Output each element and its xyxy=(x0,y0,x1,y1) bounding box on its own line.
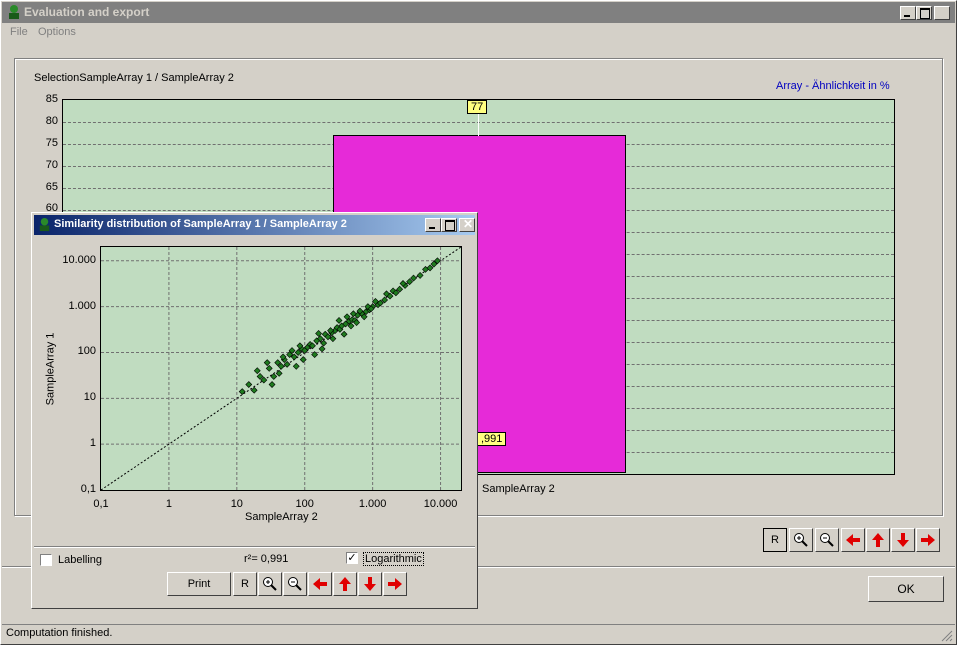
zoom-out-icon xyxy=(288,577,302,591)
bar-chart-title: SelectionSampleArray 1 / SampleArray 2 xyxy=(34,72,234,84)
scatter-point xyxy=(245,381,253,388)
scatter-y-tick: 1.000 xyxy=(68,299,96,312)
scatter-point xyxy=(416,271,424,279)
reset-button[interactable]: R xyxy=(763,528,787,552)
scatter-x-tick: 1 xyxy=(165,498,172,510)
scatter-point xyxy=(335,317,343,324)
close-icon: ✕ xyxy=(463,217,474,231)
window-title: Evaluation and export xyxy=(24,5,150,19)
logarithmic-label: Logarithmic xyxy=(363,552,424,566)
scatter-y-tick: 0,1 xyxy=(80,483,96,495)
print-button[interactable]: Print xyxy=(167,572,231,596)
scatter-x-tick: 100 xyxy=(295,498,314,510)
child-reset-button[interactable]: R xyxy=(233,572,257,596)
y-tick: 85 xyxy=(45,93,58,105)
scatter-y-tick: 10 xyxy=(83,391,96,404)
pan-left-button[interactable] xyxy=(841,528,865,552)
scatter-x-tick: 10 xyxy=(230,498,243,510)
zoom-out-button[interactable] xyxy=(815,528,839,552)
scatter-point xyxy=(299,356,307,364)
pan-right-button[interactable] xyxy=(916,528,940,552)
small-value-label: ,991 xyxy=(477,432,507,446)
scatter-y-tick: 1 xyxy=(89,437,96,450)
bar-value-label: 77 xyxy=(467,100,488,114)
minimize-button[interactable] xyxy=(900,6,916,20)
status-bar: Computation finished. xyxy=(2,624,955,643)
pan-up-button[interactable] xyxy=(866,528,890,552)
scatter-point xyxy=(340,330,348,338)
bar-chart-xlabel: SampleArray 2 xyxy=(482,483,555,495)
scatter-point xyxy=(265,364,273,372)
menu-bar: File Options xyxy=(2,24,955,42)
y-tick: 80 xyxy=(45,115,58,127)
child-close-button[interactable]: ✕ xyxy=(459,217,475,232)
scatter-point xyxy=(253,367,261,375)
bar-chart-legend: Array - Ähnlichkeit in % xyxy=(776,80,890,92)
title-bar[interactable]: Evaluation and export ✕ xyxy=(2,2,955,23)
zoom-in-icon xyxy=(794,533,808,547)
arrow-up-icon xyxy=(339,577,351,591)
scatter-x-tick: 0,1 xyxy=(93,498,109,510)
scatter-point xyxy=(250,386,258,394)
child-pan-up-button[interactable] xyxy=(333,572,357,596)
maximize-button[interactable] xyxy=(916,6,932,20)
child-pan-right-button[interactable] xyxy=(383,572,407,596)
check-icon: ✓ xyxy=(347,552,357,564)
scatter-y-tick: 10.000 xyxy=(62,253,96,266)
zoom-out-icon xyxy=(820,533,834,547)
arrow-right-icon xyxy=(388,578,402,590)
resize-grip-icon[interactable] xyxy=(940,629,953,642)
arrow-down-icon xyxy=(364,577,376,591)
similarity-title-bar[interactable]: Similarity distribution of SampleArray 1… xyxy=(34,215,475,235)
scatter-point xyxy=(268,381,276,388)
scatter-xlabel: SampleArray 2 xyxy=(245,511,318,523)
menu-file[interactable]: File xyxy=(10,26,28,38)
ok-button[interactable]: OK xyxy=(868,576,944,602)
similarity-title: Similarity distribution of SampleArray 1… xyxy=(54,218,347,230)
child-zoom-in-button[interactable] xyxy=(258,572,282,596)
y-tick: 75 xyxy=(45,137,58,149)
y-tick: 70 xyxy=(45,159,58,171)
scatter-point xyxy=(315,330,323,337)
scatter-x-tick: 1.000 xyxy=(358,498,387,510)
child-minimize-button[interactable] xyxy=(425,218,441,232)
scatter-point xyxy=(270,373,278,380)
menu-options[interactable]: Options xyxy=(38,26,76,38)
scatter-point xyxy=(263,359,271,367)
arrow-right-icon xyxy=(921,534,935,546)
scatter-point xyxy=(320,339,328,347)
arrow-up-icon xyxy=(872,533,884,547)
child-pan-left-button[interactable] xyxy=(308,572,332,596)
scatter-plot xyxy=(100,246,462,491)
logarithmic-checkbox[interactable]: ✓ xyxy=(346,552,358,564)
r-squared-text: r²= 0,991 xyxy=(244,553,289,565)
arrow-left-icon xyxy=(846,534,860,546)
similarity-window[interactable]: Similarity distribution of SampleArray 1… xyxy=(31,212,478,609)
labelling-label: Labelling xyxy=(58,554,103,566)
arrow-down-icon xyxy=(897,533,909,547)
app-icon xyxy=(39,217,50,232)
child-pan-down-button[interactable] xyxy=(358,572,382,596)
close-button[interactable]: ✕ xyxy=(934,5,950,20)
status-text: Computation finished. xyxy=(6,627,113,639)
app-icon xyxy=(9,5,19,19)
scatter-svg xyxy=(101,247,461,490)
pan-down-button[interactable] xyxy=(891,528,915,552)
scatter-x-tick: 10.000 xyxy=(423,498,458,510)
bar-label-line xyxy=(478,112,479,136)
scatter-y-tick: 100 xyxy=(77,345,96,358)
close-icon: ✕ xyxy=(938,5,949,19)
y-tick: 65 xyxy=(45,181,58,193)
scatter-point xyxy=(292,362,300,370)
labelling-checkbox[interactable] xyxy=(40,554,52,566)
child-divider xyxy=(34,546,475,548)
zoom-in-button[interactable] xyxy=(789,528,813,552)
scatter-ylabel: SampleArray 1 xyxy=(44,332,57,406)
child-zoom-out-button[interactable] xyxy=(283,572,307,596)
child-maximize-button[interactable] xyxy=(441,218,457,232)
arrow-left-icon xyxy=(313,578,327,590)
zoom-in-icon xyxy=(263,577,277,591)
scatter-point xyxy=(318,345,326,353)
